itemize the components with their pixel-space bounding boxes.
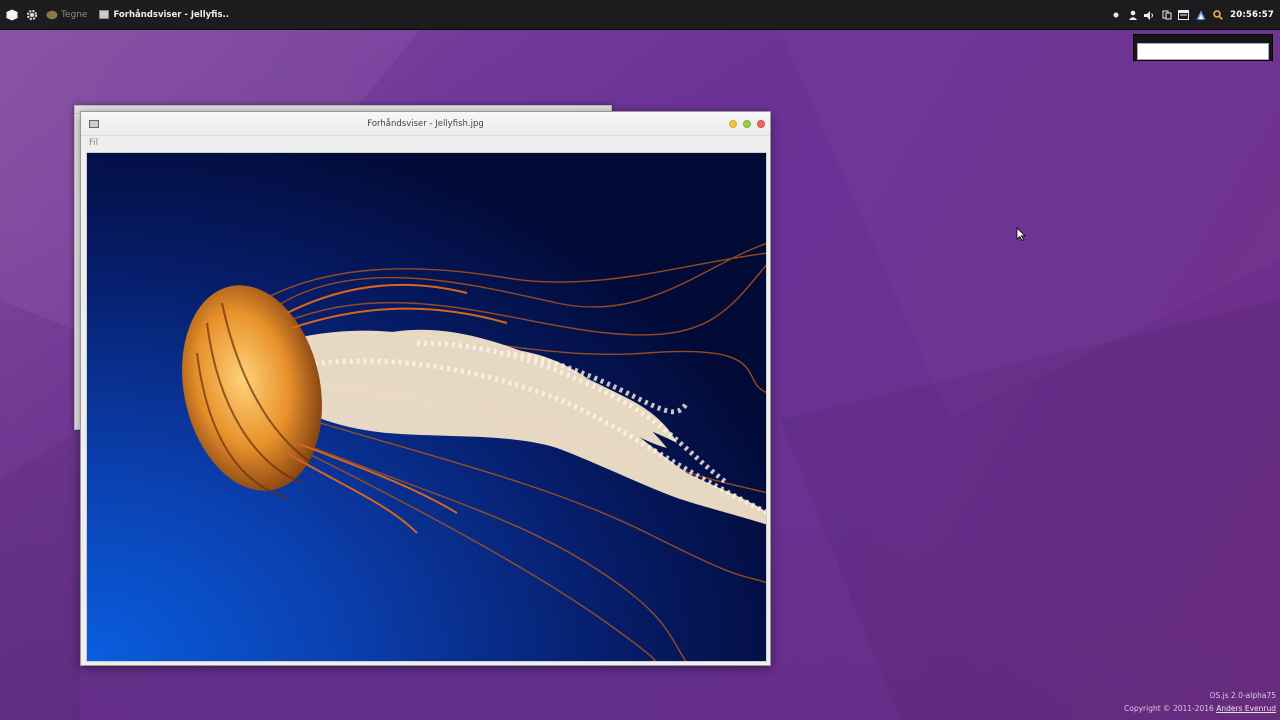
settings-button[interactable] — [22, 0, 42, 30]
preview-window: Forhåndsviser - Jellyfish.jpg Fil — [80, 111, 771, 666]
menu-button[interactable] — [0, 0, 22, 30]
mouse-cursor-icon — [1016, 227, 1026, 241]
close-button[interactable] — [757, 120, 765, 128]
palette-icon — [46, 10, 58, 20]
cube-icon — [6, 9, 18, 21]
version-label: OS.js 2.0-alpha75 — [1209, 691, 1276, 700]
search-popup — [1133, 34, 1273, 61]
system-tray: 20:56:57 — [1107, 0, 1274, 30]
maximize-button[interactable] — [743, 120, 751, 128]
top-panel: Tegne Forhåndsviser - Jellyfis.. 20:56:5… — [0, 0, 1280, 30]
gear-icon — [26, 9, 38, 21]
network-icon[interactable] — [1192, 0, 1209, 30]
image-viewer[interactable] — [86, 152, 767, 662]
author-link[interactable]: Anders Evenrud — [1216, 704, 1276, 713]
launcher-draw[interactable]: Tegne — [42, 0, 91, 30]
footer: OS.js 2.0-alpha75 Copyright © 2011-2016 … — [1124, 689, 1276, 715]
copyright-line: Copyright © 2011-2016 Anders Evenrud — [1124, 702, 1276, 715]
clock: 20:56:57 — [1230, 10, 1274, 20]
jellyfish-image — [87, 153, 766, 661]
window-icon — [99, 10, 110, 19]
menu-bar: Fil — [81, 136, 770, 152]
menu-item-file[interactable]: Fil — [89, 138, 98, 148]
window-titlebar[interactable]: Forhåndsviser - Jellyfish.jpg — [81, 112, 770, 136]
window-title: Forhåndsviser - Jellyfish.jpg — [367, 119, 484, 129]
window-list-icon[interactable] — [1175, 0, 1192, 30]
search-icon[interactable] — [1209, 0, 1226, 30]
taskbar-window-label: Forhåndsviser - Jellyfis.. — [113, 9, 229, 20]
launcher-label: Tegne — [61, 9, 88, 20]
search-input[interactable] — [1137, 42, 1269, 60]
copyright-label: Copyright © 2011-2016 — [1124, 704, 1214, 713]
files-icon[interactable] — [1158, 0, 1175, 30]
star-icon[interactable] — [1107, 0, 1124, 30]
user-icon[interactable] — [1124, 0, 1141, 30]
volume-icon[interactable] — [1141, 0, 1158, 30]
taskbar-window-button[interactable]: Forhåndsviser - Jellyfis.. — [93, 4, 235, 26]
minimize-button[interactable] — [729, 120, 737, 128]
